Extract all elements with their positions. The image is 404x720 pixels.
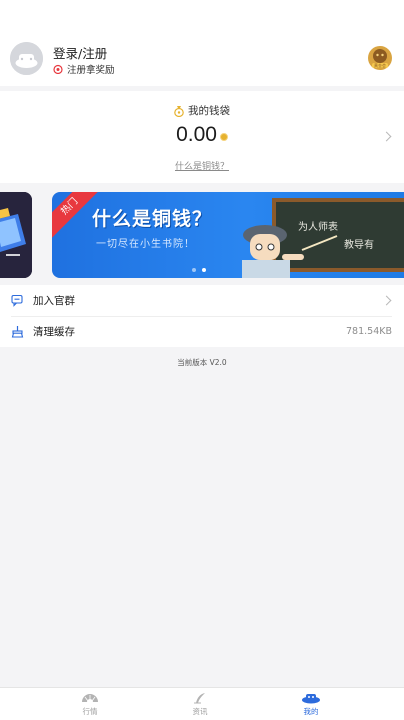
wallet-balance: 0.00 bbox=[0, 123, 404, 147]
login-register-link[interactable]: 登录/注册 bbox=[53, 43, 107, 62]
app-version: 当前版本 V2.0 bbox=[177, 358, 227, 367]
avatar[interactable] bbox=[10, 42, 43, 75]
reward-label: 注册拿奖励 bbox=[67, 65, 115, 76]
tablet-illustration-icon bbox=[0, 192, 32, 278]
broom-icon bbox=[11, 326, 24, 338]
profile-icon bbox=[302, 694, 320, 704]
settings-menu: 加入官群 清理缓存 781.54KB bbox=[0, 285, 404, 347]
tab-label: 我的 bbox=[303, 707, 319, 716]
fan-icon bbox=[82, 694, 98, 702]
banner-current-slide[interactable]: 为人师表 教导有 热门 什么是铜钱？ 一切尽在小生书院！ bbox=[52, 192, 404, 278]
menu-item-label: 加入官群 bbox=[33, 295, 75, 307]
bottom-tab-bar: 行情 资讯 我的 bbox=[0, 687, 404, 720]
menu-item-clear-cache[interactable]: 清理缓存 781.54KB bbox=[0, 316, 404, 347]
wallet-title-row: 我的钱袋 bbox=[0, 103, 404, 118]
menu-item-label: 清理缓存 bbox=[33, 326, 75, 338]
menu-item-join-group[interactable]: 加入官群 bbox=[0, 285, 404, 316]
banner-carousel[interactable]: 为人师表 教导有 热门 什么是铜钱？ 一切尽在小生书院！ bbox=[0, 192, 404, 278]
profile-header: 登录/注册 注册拿奖励 黄金会 bbox=[0, 0, 404, 86]
board-text-1: 为人师表 bbox=[298, 220, 338, 233]
what-is-coin-link[interactable]: 什么是铜钱？ bbox=[0, 159, 404, 172]
banner-subtitle: 一切尽在小生书院！ bbox=[96, 239, 195, 250]
tab-mine[interactable]: 我的 bbox=[281, 688, 341, 720]
tab-label: 行情 bbox=[82, 707, 98, 716]
money-bag-icon bbox=[174, 105, 184, 117]
cache-size: 781.54KB bbox=[346, 326, 392, 337]
carousel-indicator bbox=[192, 268, 206, 272]
tab-market[interactable]: 行情 bbox=[60, 688, 120, 720]
banner-title: 什么是铜钱？ bbox=[92, 208, 213, 230]
group-chat-icon bbox=[11, 294, 23, 307]
board-text-2: 教导有 bbox=[344, 238, 374, 251]
tab-label: 资讯 bbox=[192, 707, 208, 716]
member-badge[interactable]: 黄金会 bbox=[367, 45, 393, 71]
carousel-dot[interactable] bbox=[192, 268, 196, 272]
tab-news[interactable]: 资讯 bbox=[170, 688, 230, 720]
badge-text: 黄金会 bbox=[374, 62, 386, 68]
register-reward[interactable]: 注册拿奖励 bbox=[53, 62, 115, 76]
coin-icon bbox=[219, 133, 228, 141]
carousel-dot-active[interactable] bbox=[202, 268, 206, 272]
wallet-title: 我的钱袋 bbox=[188, 105, 230, 117]
gold-medal-icon: 黄金会 bbox=[368, 46, 392, 70]
banner-prev-slide[interactable] bbox=[0, 192, 32, 278]
reward-icon bbox=[53, 64, 63, 74]
wallet-card[interactable]: 我的钱袋 0.00 什么是铜钱？ bbox=[0, 91, 404, 183]
default-avatar-icon bbox=[10, 42, 43, 75]
wallet-amount: 0.00 bbox=[176, 123, 217, 146]
quill-icon bbox=[194, 693, 205, 704]
chevron-right-icon bbox=[381, 295, 392, 306]
